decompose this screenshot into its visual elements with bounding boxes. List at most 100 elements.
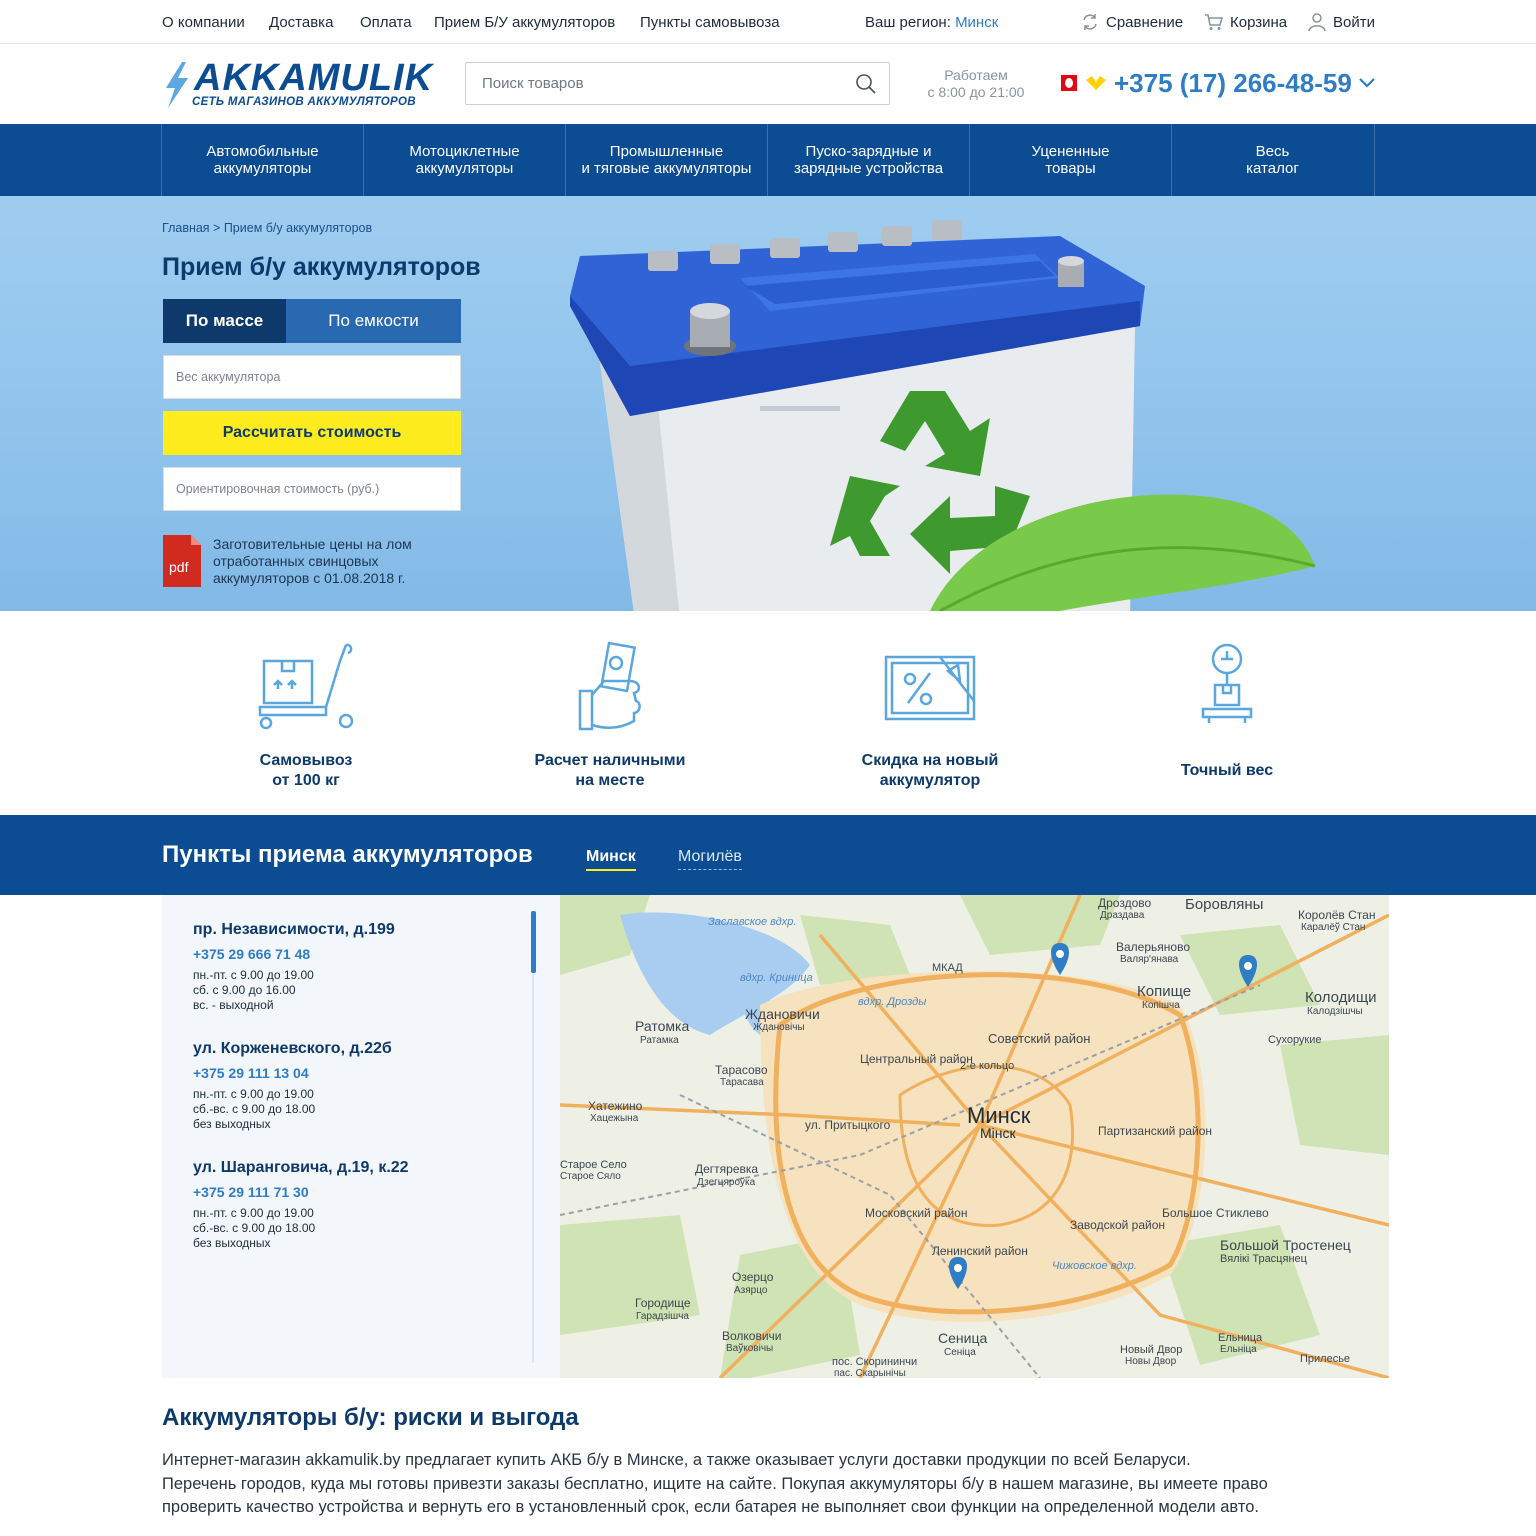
nav-item-moto-batteries[interactable]: Мотоциклетные аккумуляторы — [363, 124, 565, 196]
cash-hand-icon — [578, 641, 641, 731]
hero-section: Главная > Прием б/у аккумуляторов Прием … — [0, 196, 1536, 611]
map-place-label: Валерьяново — [1116, 940, 1190, 954]
map-place-label: вдхр. Дрозды — [858, 996, 926, 1008]
discount-coupon-icon — [884, 655, 976, 721]
nav-divider — [1374, 124, 1375, 196]
address-hours: пн.-пт. с 9.00 до 19.00 сб. с 9.00 до 16… — [193, 968, 314, 1012]
phone-block[interactable]: +375 (17) 266-48-59 — [1060, 66, 1376, 100]
map-place-label: Дзегцяроўка — [697, 1176, 756, 1188]
calculate-button[interactable]: Рассчитать стоимость — [163, 411, 461, 455]
map-place-label: Прилесье — [1300, 1353, 1350, 1365]
catalog-nav: Автомобильные аккумуляторы Мотоциклетные… — [0, 124, 1536, 196]
article-line: Перечень городов, куда мы готовы привезт… — [162, 1474, 1268, 1493]
nav-item-industrial-batteries[interactable]: Промышленные и тяговые аккумуляторы — [565, 124, 767, 196]
map-place-label: Центральный район — [860, 1052, 973, 1066]
map-place-label: Ельніца — [1220, 1344, 1257, 1355]
top-link-about[interactable]: О компании — [162, 14, 245, 31]
velcom-icon — [1086, 76, 1106, 90]
search-input[interactable] — [466, 63, 846, 104]
login-link[interactable]: Войти — [1307, 12, 1375, 32]
price-list-link[interactable]: Заготовительные цены на лом отработанных… — [213, 536, 463, 587]
scale-icon — [1201, 643, 1253, 723]
map-place-label: МКАД — [932, 962, 963, 974]
map-place-label: Большое Стиклево — [1162, 1206, 1269, 1220]
map-place-label: Заводской район — [1070, 1218, 1165, 1232]
nav-item-full-catalog[interactable]: Весь каталог — [1171, 124, 1373, 196]
compare-label: Сравнение — [1106, 13, 1184, 31]
address-phone[interactable]: +375 29 666 71 48 — [193, 946, 523, 962]
address-item[interactable]: пр. Независимости, д.199 +375 29 666 71 … — [193, 921, 523, 1013]
address-phone[interactable]: +375 29 111 13 04 — [193, 1065, 523, 1081]
tab-mogilev[interactable]: Могилёв — [678, 848, 742, 870]
feature-discount-text: Скидка на новый аккумулятор — [861, 752, 999, 789]
region-city[interactable]: Минск — [955, 14, 998, 31]
pdf-icon[interactable]: pdf — [163, 535, 201, 587]
phone-number[interactable]: +375 (17) 266-48-59 — [1114, 68, 1352, 99]
map-place-label: Ждановічы — [753, 1022, 805, 1033]
brand-tagline: СЕТЬ МАГАЗИНОВ АККУМУЛЯТОРОВ — [192, 96, 416, 108]
search-box — [465, 62, 890, 105]
tab-by-capacity[interactable]: По емкости — [286, 299, 461, 343]
lightning-icon — [166, 62, 188, 108]
feature-discount: Скидка на новый аккумулятор — [810, 611, 1050, 815]
top-link-used-batteries[interactable]: Прием Б/У аккумуляторов — [434, 14, 615, 31]
map-city-label-by: Мінск — [980, 1125, 1017, 1141]
tab-by-mass[interactable]: По массе — [163, 299, 286, 343]
address-street: ул. Корженевского, д.22б — [193, 1040, 392, 1057]
battery-recycle-image — [570, 220, 1316, 611]
pickup-points-header: Пункты приема аккумуляторов Минск Могилё… — [0, 815, 1536, 895]
compare-link[interactable]: Сравнение — [1080, 12, 1183, 32]
scrollbar-thumb[interactable] — [531, 911, 536, 973]
weight-field-wrapper — [163, 355, 461, 399]
map-place-label: Тарасово — [715, 1063, 768, 1077]
map-place-label: Азярцо — [734, 1285, 768, 1296]
site-logo[interactable]: AKKAMULIK СЕТЬ МАГАЗИНОВ АККУМУЛЯТОРОВ — [162, 59, 442, 112]
estimated-price-field[interactable] — [164, 468, 460, 510]
address-phone[interactable]: +375 29 111 71 30 — [193, 1184, 523, 1200]
map-place-label: Ратомка — [635, 1018, 689, 1034]
scrollbar-track[interactable] — [532, 911, 534, 1363]
map-pin-icon[interactable] — [1051, 943, 1069, 975]
address-hours: пн.-пт. с 9.00 до 19.00 сб.-вс. с 9.00 д… — [193, 1087, 316, 1131]
search-icon[interactable] — [855, 73, 877, 95]
top-link-delivery[interactable]: Доставка — [269, 14, 333, 31]
weight-input[interactable] — [164, 356, 460, 398]
top-link-payment[interactable]: Оплата — [360, 14, 412, 31]
tab-minsk[interactable]: Минск — [586, 848, 636, 871]
map-place-label: Московский район — [865, 1206, 967, 1220]
map-place-label: Ратамка — [640, 1035, 679, 1046]
feature-pickup: Самовывоз от 100 кг — [186, 611, 426, 815]
map-place-label: Драздава — [1100, 910, 1145, 921]
map-place-label: Сухорукие — [1268, 1034, 1322, 1046]
map-place-label: Гарадзішча — [636, 1311, 689, 1322]
map-place-label: Копище — [1137, 983, 1191, 1000]
cart-link[interactable]: Корзина — [1204, 12, 1287, 32]
working-hours: Работаем с 8:00 до 21:00 — [920, 67, 1032, 101]
top-link-pickup-points[interactable]: Пункты самовывоза — [640, 14, 780, 31]
map-canvas[interactable]: Минск Мінск Заславское вдхр. вдхр. Крини… — [560, 895, 1389, 1378]
map-place-label: Дроздово — [1098, 896, 1151, 910]
map-place-label: Ельница — [1218, 1332, 1263, 1344]
address-item[interactable]: ул. Шаранговича, д.19, к.22 +375 29 111 … — [193, 1159, 523, 1251]
nav-item-car-batteries[interactable]: Автомобильные аккумуляторы — [161, 124, 363, 196]
chevron-down-icon[interactable] — [1358, 76, 1376, 90]
region-selector[interactable]: Ваш регион: Минск — [865, 14, 998, 31]
feature-weight-text: Точный вес — [1180, 762, 1274, 779]
map-place-label: Сеница — [938, 1330, 987, 1346]
hours-line2: с 8:00 до 21:00 — [927, 84, 1025, 100]
map-place-label: Дегтяревка — [695, 1162, 758, 1176]
map-place-label: Партизанский район — [1098, 1124, 1212, 1138]
nav-item-chargers[interactable]: Пуско-зарядные и зарядные устройства — [767, 124, 969, 196]
map-place-label: Старое Сяло — [560, 1171, 621, 1182]
cart-label: Корзина — [1230, 13, 1288, 31]
address-street: пр. Независимости, д.199 — [193, 921, 395, 938]
breadcrumb[interactable]: Главная > Прием б/у аккумуляторов — [162, 221, 372, 235]
login-label: Войти — [1333, 13, 1375, 31]
pallet-truck-icon — [258, 643, 354, 730]
article-line: Интернет-магазин akkamulik.by предлагает… — [162, 1451, 1191, 1469]
pickup-map[interactable]: Минск Мінск Заславское вдхр. вдхр. Крини… — [560, 895, 1389, 1378]
feature-cash-text: Расчет наличными на месте — [534, 752, 686, 789]
address-item[interactable]: ул. Корженевского, д.22б +375 29 111 13 … — [193, 1040, 523, 1132]
nav-item-discounted[interactable]: Уцененные товары — [969, 124, 1171, 196]
map-place-label: Большой Тростенец — [1220, 1237, 1351, 1253]
